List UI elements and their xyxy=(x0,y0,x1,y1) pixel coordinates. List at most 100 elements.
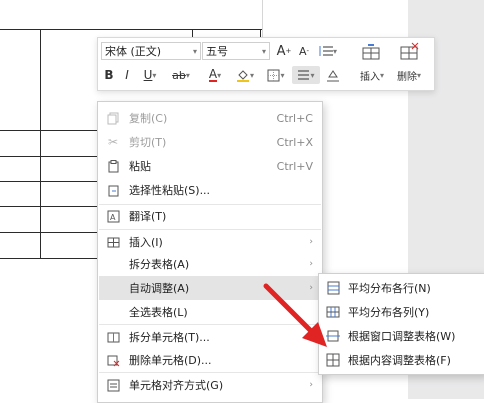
menu-item-label: 单元格对齐方式(G) xyxy=(129,379,224,392)
shrink-font-icon[interactable]: A- xyxy=(295,42,313,60)
table-row-line xyxy=(0,130,97,131)
table-row-line xyxy=(0,206,97,207)
line-spacing-icon xyxy=(319,46,333,56)
floating-format-toolbar: 宋体 (正文) ▾ 五号 ▾ A + A- ▾ B I U ▾ ab ▾ A ▾ … xyxy=(97,37,435,91)
chevron-down-icon: ▾ xyxy=(417,71,422,80)
chevron-down-icon: ▾ xyxy=(380,71,385,80)
menu-item-copy[interactable]: 复制(C) Ctrl+C xyxy=(99,106,321,130)
table-border-bottom xyxy=(0,258,97,259)
submenu-item-distribute-rows[interactable]: 平均分布各行(N) xyxy=(320,276,484,300)
chevron-down-icon: ▾ xyxy=(249,70,254,80)
menu-item-label: 插入(I) xyxy=(129,236,163,249)
align-center-icon xyxy=(298,70,310,80)
border-button[interactable]: ▾ xyxy=(262,66,290,84)
border-grid-icon xyxy=(267,69,280,81)
chevron-down-icon: ▾ xyxy=(280,70,285,80)
underline-label: U xyxy=(143,68,153,82)
line-spacing-button[interactable]: ▾ xyxy=(316,42,340,60)
autofit-contents-icon xyxy=(326,353,340,367)
paste-icon xyxy=(106,159,120,173)
chevron-down-icon: ▾ xyxy=(332,46,337,56)
menu-item-label: 翻译(T) xyxy=(129,210,167,223)
submenu-item-label: 根据内容调整表格(F) xyxy=(348,354,451,367)
table-column-line xyxy=(192,29,193,37)
menu-item-label: 全选表格(L) xyxy=(129,306,188,319)
font-name-select[interactable]: 宋体 (正文) ▾ xyxy=(101,42,201,60)
chevron-right-icon: › xyxy=(309,380,313,390)
highlight-button[interactable]: ▾ xyxy=(231,66,259,84)
bold-button[interactable]: B xyxy=(102,66,116,84)
menu-item-split-cells[interactable]: 拆分单元格(T)... xyxy=(99,325,321,349)
submenu-item-distribute-columns[interactable]: 平均分布各列(Y) xyxy=(320,300,484,324)
chevron-right-icon: › xyxy=(309,259,313,269)
align-button[interactable]: ▾ xyxy=(292,66,320,84)
menu-item-autofit[interactable]: 自动调整(A) › xyxy=(99,276,321,300)
menu-item-label: 拆分单元格(T)... xyxy=(129,331,210,344)
chevron-down-icon: ▾ xyxy=(261,46,266,56)
menu-item-paste-special[interactable]: 选择性粘贴(S)... xyxy=(99,178,321,202)
menu-item-split-table[interactable]: 拆分表格(A) › xyxy=(99,252,321,276)
menu-item-shortcut: Ctrl+C xyxy=(276,111,313,125)
delete-text: 删除 xyxy=(397,72,417,83)
svg-text:A: A xyxy=(110,213,116,222)
font-size-select[interactable]: 五号 ▾ xyxy=(202,42,270,60)
distribute-columns-icon xyxy=(326,306,340,318)
strikethrough-button[interactable]: ab ▾ xyxy=(164,66,198,84)
menu-item-label: 拆分表格(A) xyxy=(129,258,190,271)
insert-text: 插入 xyxy=(360,72,380,83)
menu-item-label: 粘贴 xyxy=(129,160,151,173)
submenu-item-autofit-window[interactable]: 根据窗口调整表格(W) xyxy=(320,324,484,348)
table-row-line xyxy=(0,181,97,182)
delete-table-button[interactable] xyxy=(394,40,424,62)
table-column-line xyxy=(40,29,41,259)
font-color-button[interactable]: A ▾ xyxy=(202,66,228,84)
autofit-submenu: 平均分布各行(N) 平均分布各列(Y) 根据窗口调整表格(W) 根据内容调整表格… xyxy=(318,273,484,375)
delete-cells-icon xyxy=(106,353,120,367)
grow-font-icon[interactable]: A + xyxy=(275,42,293,60)
menu-item-label: 复制(C) xyxy=(129,112,168,125)
font-size-value: 五号 xyxy=(206,45,228,58)
submenu-item-autofit-contents[interactable]: 根据内容调整表格(F) xyxy=(320,348,484,372)
menu-item-cut[interactable]: ✂ 剪切(T) Ctrl+X xyxy=(99,130,321,154)
table-delete-icon xyxy=(400,42,419,60)
cell-align-icon xyxy=(106,378,120,392)
chevron-down-icon: ▾ xyxy=(192,46,197,56)
font-name-value: 宋体 (正文) xyxy=(105,45,162,58)
paint-bucket-icon xyxy=(236,70,249,82)
italic-button[interactable]: I xyxy=(120,66,134,84)
insert-table-button[interactable] xyxy=(356,40,386,62)
chevron-down-icon: ▾ xyxy=(185,70,190,80)
menu-item-insert[interactable]: 插入(I) › xyxy=(99,230,321,254)
menu-item-label: 剪切(T) xyxy=(129,136,167,149)
table-column-line xyxy=(260,29,261,37)
table-row-line xyxy=(0,232,97,233)
menu-item-shortcut: Ctrl+X xyxy=(276,135,313,149)
fill-button[interactable] xyxy=(324,66,342,84)
strikethrough-icon: ab xyxy=(172,68,186,82)
chevron-down-icon: ▾ xyxy=(217,70,222,80)
split-cells-icon xyxy=(106,330,120,344)
context-menu: 复制(C) Ctrl+C ✂ 剪切(T) Ctrl+X 粘贴 Ctrl+V 选择… xyxy=(97,101,323,403)
menu-item-label: 选择性粘贴(S)... xyxy=(129,184,211,197)
menu-item-translate[interactable]: A 翻译(T) xyxy=(99,204,321,228)
table-insert-icon xyxy=(106,235,120,249)
menu-item-select-table[interactable]: 全选表格(L) xyxy=(99,300,321,324)
menu-item-cell-alignment[interactable]: 单元格对齐方式(G) › xyxy=(99,373,321,397)
autofit-window-icon xyxy=(326,330,340,342)
copy-icon xyxy=(106,111,120,125)
translate-icon: A xyxy=(106,209,120,223)
distribute-rows-icon xyxy=(327,281,340,295)
insert-label[interactable]: 插入 ▾ xyxy=(360,68,384,83)
menu-item-paste[interactable]: 粘贴 Ctrl+V xyxy=(99,154,321,178)
menu-item-label: 自动调整(A) xyxy=(129,282,190,295)
table-row-line xyxy=(0,156,97,157)
submenu-item-label: 平均分布各列(Y) xyxy=(348,306,430,319)
table-insert-row-icon xyxy=(362,44,380,60)
menu-item-delete-cells[interactable]: 删除单元格(D)... xyxy=(99,348,321,372)
delete-label[interactable]: 删除 ▾ xyxy=(397,68,421,83)
underline-button[interactable]: U ▾ xyxy=(138,66,162,84)
submenu-item-label: 根据窗口调整表格(W) xyxy=(348,330,456,343)
font-color-label: A xyxy=(208,67,218,82)
page-edge-line xyxy=(262,0,263,40)
paste-special-icon xyxy=(106,183,120,197)
